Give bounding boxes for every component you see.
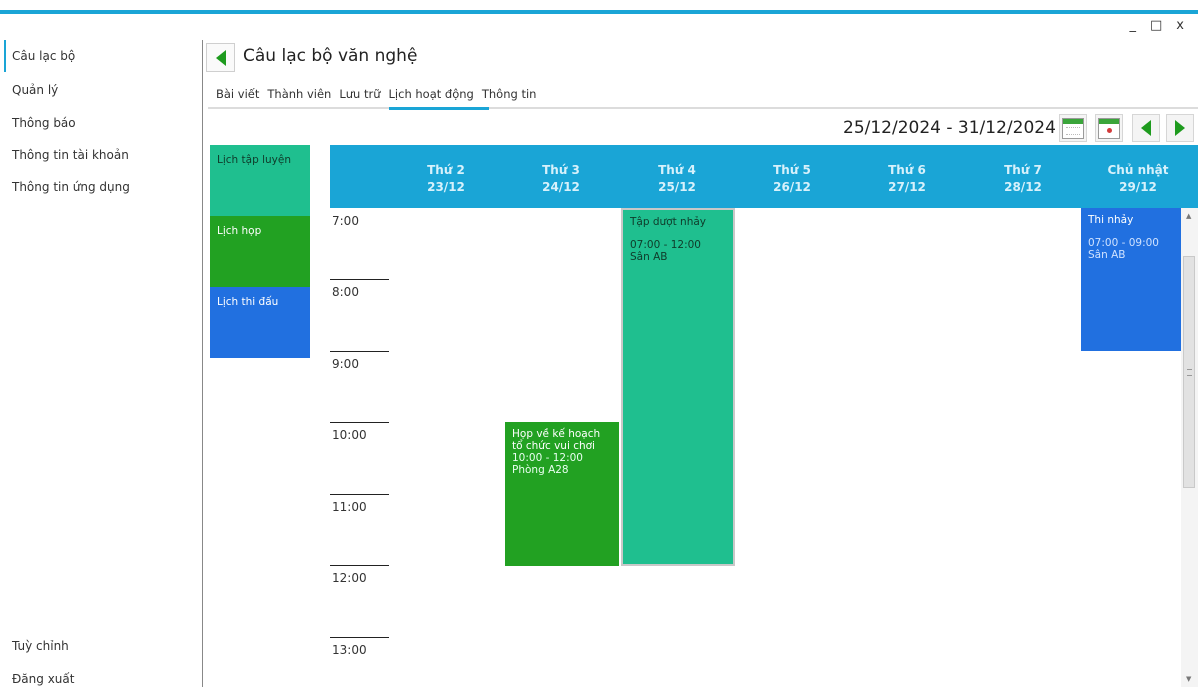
event-meeting[interactable]: Họp về kế hoạch tổ chức vui chơi 10:00 -… [505, 422, 619, 566]
page-title: Câu lạc bộ văn nghệ [243, 46, 418, 66]
calendar-today-icon [1098, 117, 1120, 139]
time-label: 12:00 [332, 571, 367, 585]
sidebar-item-logout[interactable]: Đăng xuất [12, 672, 74, 686]
time-label: 10:00 [332, 428, 367, 442]
legend-competition: Lịch thi đấu [210, 287, 310, 358]
previous-week-button[interactable] [1132, 114, 1160, 142]
vertical-scrollbar[interactable]: ▲ ▼ [1181, 208, 1198, 687]
minimize-button[interactable]: _ [1130, 18, 1137, 33]
day-header-sat[interactable]: Thứ 7 28/12 [965, 162, 1081, 196]
sidebar-divider [202, 40, 203, 687]
calendar-icon [1062, 117, 1084, 139]
scroll-up-icon[interactable]: ▲ [1186, 212, 1191, 220]
day-header-wed[interactable]: Thứ 4 25/12 [619, 162, 735, 196]
event-type-legend: Lịch tập luyện Lịch họp Lịch thi đấu [210, 145, 310, 358]
chevron-left-icon [1141, 120, 1151, 136]
close-button[interactable]: x [1176, 18, 1184, 33]
time-label: 13:00 [332, 643, 367, 657]
day-header-fri[interactable]: Thứ 6 27/12 [849, 162, 965, 196]
window-controls: _ □ x [1130, 18, 1185, 33]
time-label: 11:00 [332, 500, 367, 514]
event-place: Phòng A28 [512, 464, 569, 476]
day-header-thu[interactable]: Thứ 5 26/12 [734, 162, 850, 196]
time-label: 9:00 [332, 357, 359, 371]
maximize-button[interactable]: □ [1150, 18, 1162, 33]
tab-divider [208, 107, 1198, 109]
sidebar-item-notifications[interactable]: Thông báo [12, 116, 76, 130]
today-button[interactable] [1095, 114, 1123, 142]
back-button[interactable] [206, 43, 235, 72]
tab-info[interactable]: Thông tin [478, 87, 541, 101]
time-label: 7:00 [332, 214, 359, 228]
time-divider [330, 422, 389, 423]
day-header-tue[interactable]: Thứ 3 24/12 [503, 162, 619, 196]
sidebar-item-management[interactable]: Quản lý [12, 83, 58, 97]
date-range: 25/12/2024 - 31/12/2024 [843, 118, 1056, 138]
sidebar-item-account-info[interactable]: Thông tin tài khoản [12, 148, 129, 162]
event-dance-rehearsal[interactable]: Tập dượt nhảy 07:00 - 12:00 Sân AB [621, 208, 735, 566]
event-title: Thi nhảy [1088, 214, 1134, 226]
legend-training: Lịch tập luyện [210, 145, 310, 216]
next-week-button[interactable] [1166, 114, 1194, 142]
sidebar-item-clubs[interactable]: Câu lạc bộ [12, 49, 75, 63]
time-divider [330, 637, 389, 638]
event-place: Sân AB [1088, 249, 1126, 261]
event-time: 10:00 - 12:00 [512, 452, 583, 464]
event-time: 07:00 - 12:00 [630, 239, 701, 251]
tab-posts[interactable]: Bài viết [212, 87, 263, 101]
tab-members[interactable]: Thành viên [263, 87, 335, 101]
scroll-thumb[interactable] [1183, 256, 1195, 488]
event-place: Sân AB [630, 251, 668, 263]
tab-bar: Bài viết Thành viên Lưu trữ Lịch hoạt độ… [212, 87, 540, 101]
chevron-right-icon [1175, 120, 1185, 136]
calendar-week-header: Thứ 2 23/12 Thứ 3 24/12 Thứ 4 25/12 Thứ 5 26… [330, 145, 1198, 208]
sidebar-active-indicator [4, 40, 6, 72]
scroll-down-icon[interactable]: ▼ [1186, 675, 1191, 683]
sidebar-item-customize[interactable]: Tuỳ chỉnh [12, 639, 69, 653]
time-divider [330, 565, 389, 566]
top-accent-bar [0, 10, 1198, 14]
time-divider [330, 494, 389, 495]
event-time: 07:00 - 09:00 [1088, 237, 1159, 249]
tab-schedule[interactable]: Lịch hoạt động [385, 87, 478, 101]
back-arrow-icon [215, 49, 226, 66]
day-header-mon[interactable]: Thứ 2 23/12 [388, 162, 504, 196]
time-label: 8:00 [332, 285, 359, 299]
active-tab-indicator [389, 107, 489, 110]
event-dance-competition[interactable]: Thi nhảy 07:00 - 09:00 Sân AB [1081, 208, 1181, 351]
day-header-sun[interactable]: Chủ nhật 29/12 [1080, 162, 1196, 196]
grip-icon [1187, 369, 1192, 376]
event-title: Tập dượt nhảy [630, 216, 707, 228]
time-divider [330, 279, 389, 280]
time-divider [330, 351, 389, 352]
sidebar-item-app-info[interactable]: Thông tin ứng dụng [12, 180, 130, 194]
legend-meeting: Lịch họp [210, 216, 310, 287]
tab-storage[interactable]: Lưu trữ [335, 87, 384, 101]
event-title: Họp về kế hoạch tổ chức vui chơi [512, 428, 601, 452]
week-view-button[interactable] [1059, 114, 1087, 142]
